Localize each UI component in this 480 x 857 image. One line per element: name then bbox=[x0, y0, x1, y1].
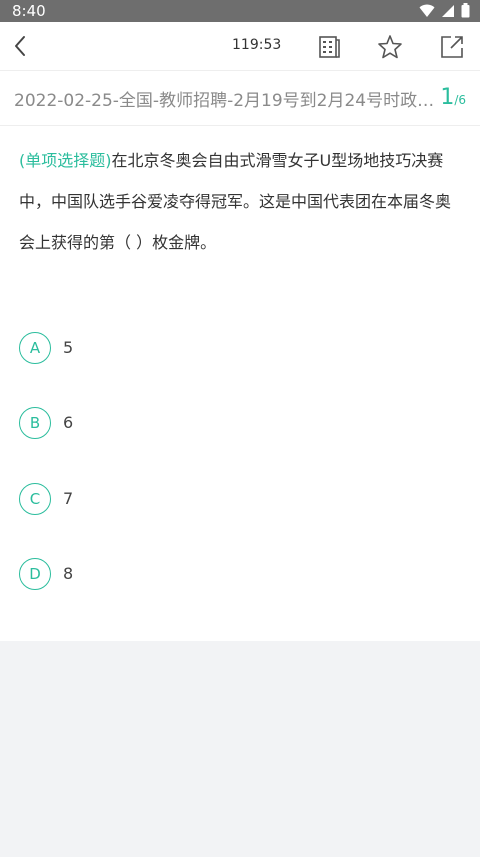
back-button[interactable] bbox=[8, 32, 34, 60]
status-icons bbox=[419, 3, 470, 18]
question-type-label: (单项选择题) bbox=[19, 151, 112, 170]
share-button[interactable] bbox=[438, 33, 466, 61]
option-letter: A bbox=[19, 332, 51, 364]
star-icon bbox=[378, 35, 402, 59]
option-letter: B bbox=[19, 407, 51, 439]
exam-title-row: 2022-02-25-全国-教师招聘-2月19号到2月24号时政… 1/6 bbox=[0, 70, 480, 126]
option-text: 5 bbox=[63, 338, 74, 357]
top-toolbar: 119:53 bbox=[0, 22, 480, 70]
exam-timer: 119:53 bbox=[232, 37, 282, 53]
option-text: 8 bbox=[63, 564, 74, 583]
share-icon bbox=[441, 36, 463, 58]
signal-icon bbox=[441, 4, 455, 18]
question-stem: (单项选择题)在北京冬奥会自由式滑雪女子U型场地技巧决赛中，中国队选手谷爱凌夺得… bbox=[19, 140, 465, 263]
answer-sheet-button[interactable] bbox=[315, 33, 343, 61]
option-b[interactable]: B 6 bbox=[19, 407, 319, 441]
total-questions: /6 bbox=[454, 93, 466, 107]
option-d[interactable]: D 8 bbox=[19, 558, 319, 592]
option-letter: D bbox=[19, 558, 51, 590]
question-progress: 1/6 bbox=[440, 85, 466, 110]
status-bar: 8:40 bbox=[0, 0, 480, 22]
answer-sheet-icon bbox=[319, 36, 340, 58]
exam-title: 2022-02-25-全国-教师招聘-2月19号到2月24号时政… bbox=[14, 91, 435, 111]
status-time: 8:40 bbox=[12, 2, 46, 20]
favorite-button[interactable] bbox=[376, 33, 404, 61]
option-text: 7 bbox=[63, 489, 74, 508]
back-arrow-icon bbox=[15, 36, 25, 56]
option-text: 6 bbox=[63, 413, 74, 432]
wifi-icon bbox=[419, 4, 435, 18]
option-letter: C bbox=[19, 483, 51, 515]
bottom-blank-area bbox=[0, 641, 480, 857]
current-question-number: 1 bbox=[440, 85, 455, 110]
battery-icon bbox=[461, 3, 470, 18]
option-a[interactable]: A 5 bbox=[19, 332, 319, 366]
option-c[interactable]: C 7 bbox=[19, 483, 319, 517]
